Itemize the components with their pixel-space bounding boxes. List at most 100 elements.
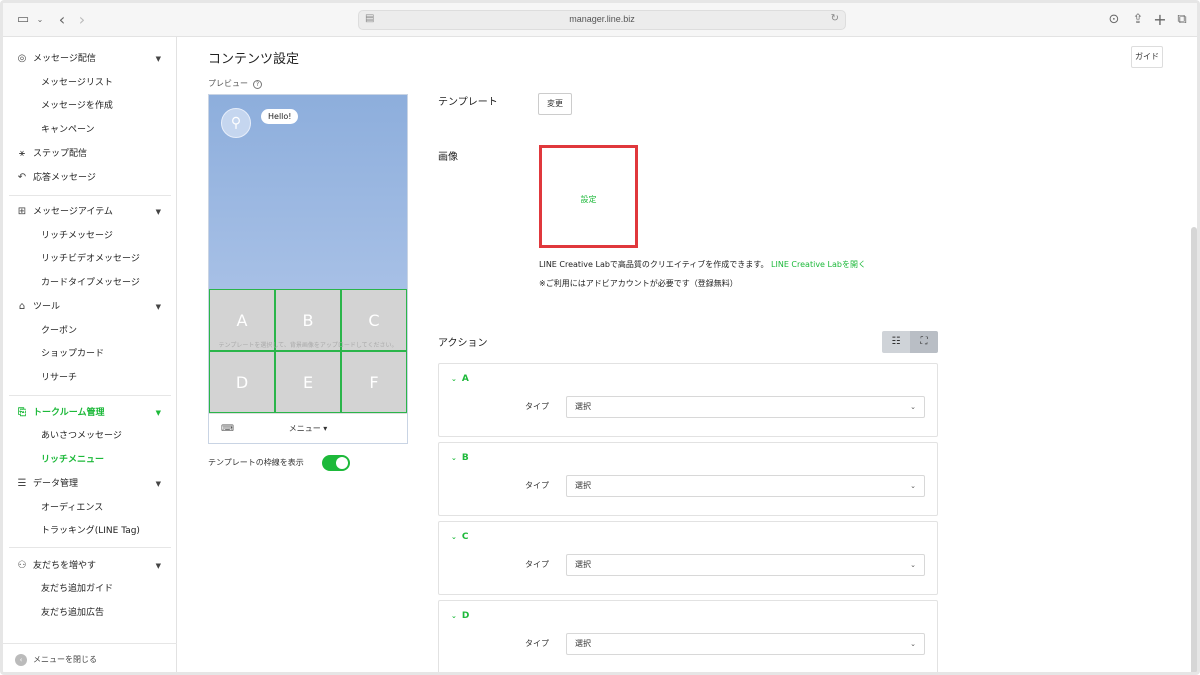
sidebar-group-talkroom[interactable]: ⎘ トークルーム管理 ▼ [3,403,177,423]
action-card-d: ⌄ D タイプ 選択 ⌄ [438,600,938,672]
image-upload-box[interactable]: 設定 [539,145,638,248]
caret-down-icon: ▼ [155,208,161,216]
sidebar-item-research[interactable]: リサーチ [3,368,177,388]
divider [9,395,171,396]
sidebar-item-label: リッチビデオメッセージ [41,254,140,264]
share-icon[interactable]: ⇪ [1131,11,1145,29]
help-icon[interactable]: ? [253,80,262,89]
chevron-down-icon: ⌄ [451,454,457,462]
list-view-icon[interactable]: ☷ [882,331,910,353]
type-select-d[interactable]: 選択 ⌄ [566,633,925,655]
sidebar-group-friends[interactable]: ⚇ 友だちを増やす ▼ [3,556,177,576]
user-icon: ⚲ [230,115,242,131]
download-icon[interactable]: ⊙ [1107,11,1121,29]
avatar: ⚲ [221,108,251,138]
sidebar-item-label: 友だち追加広告 [41,608,105,618]
action-toggle-a[interactable]: ⌄ A [451,374,469,384]
sidebar-item-rich-message[interactable]: リッチメッセージ [3,226,177,246]
sidebar-group-reply[interactable]: ↶ 応答メッセージ [3,168,177,188]
chevron-down-icon[interactable]: ⌄ [35,11,45,29]
sidebar-item-greeting[interactable]: あいさつメッセージ [3,426,177,446]
chevron-down-icon: ⌄ [910,482,916,490]
address-bar[interactable]: ▤ manager.line.biz ↻ [358,10,846,30]
sidebar-item-friend-guide[interactable]: 友だち追加ガイド [3,579,177,599]
back-icon[interactable]: ‹ [55,11,69,29]
type-label: タイプ [525,639,549,648]
area-cell-d[interactable]: D [209,351,275,413]
toggle-label: テンプレートの枠線を表示 [208,458,304,467]
action-toggle-b[interactable]: ⌄ B [451,453,469,463]
action-card-a: ⌄ A タイプ 選択 ⌄ [438,363,938,437]
area-cell-f[interactable]: F [341,351,407,413]
type-select-c[interactable]: 選択 ⌄ [566,554,925,576]
sidebar-item-audience[interactable]: オーディエンス [3,498,177,518]
type-select-a[interactable]: 選択 ⌄ [566,396,925,418]
sidebar-item-label: ショップカード [41,349,105,359]
type-select-b[interactable]: 選択 ⌄ [566,475,925,497]
caret-down-icon: ▼ [155,303,161,311]
sidebar-group-step[interactable]: ⚹ ステップ配信 [3,144,177,164]
action-card-c: ⌄ C タイプ 選択 ⌄ [438,521,938,595]
view-toggle: ☷ ⛶ [882,331,938,353]
chevron-down-icon: ⌄ [451,612,457,620]
sidebar-item-label: キャンペーン [41,125,95,135]
reload-icon[interactable]: ↻ [831,13,839,24]
sidebar-item-card-message[interactable]: カードタイプメッセージ [3,273,177,293]
chat-icon: ⎘ [18,407,26,418]
sidebar-item-create-message[interactable]: メッセージを作成 [3,96,177,116]
sidebar-group-label: メッセージアイテム [33,207,113,217]
area-cell-b[interactable]: B [275,289,341,351]
tabs-icon[interactable]: ⧉ [1175,11,1189,29]
sidebar-item-campaign[interactable]: キャンペーン [3,120,177,140]
action-card-b: ⌄ B タイプ 選択 ⌄ [438,442,938,516]
action-letter: A [461,374,469,384]
expand-view-icon[interactable]: ⛶ [910,331,938,353]
preview-label-text: プレビュー [208,79,248,88]
set-image-link[interactable]: 設定 [542,194,635,205]
forward-icon[interactable]: › [75,11,89,29]
sidebar-item-rich-video[interactable]: リッチビデオメッセージ [3,249,177,269]
action-letter: D [461,611,470,621]
sidebar-group-tools[interactable]: ⌂ ツール ▼ [3,297,177,317]
reply-icon: ↶ [17,172,27,183]
sidebar-item-message-list[interactable]: メッセージリスト [3,73,177,93]
action-toggle-c[interactable]: ⌄ C [451,532,468,542]
sidebar-item-rich-menu[interactable]: リッチメニュー [3,450,177,470]
guide-button[interactable]: ガイド [1131,46,1163,68]
type-label: タイプ [525,481,549,490]
area-cell-e[interactable]: E [275,351,341,413]
add-friend-icon: ⚇ [17,560,27,571]
sidebar-group-broadcast[interactable]: ◎ メッセージ配信 ▼ [3,49,177,69]
sidebar-icon[interactable]: ▭ [15,11,31,29]
select-value: 選択 [575,560,591,569]
select-value: 選択 [575,402,591,411]
border-toggle[interactable] [322,455,350,471]
sidebar-item-label: リサーチ [41,373,78,383]
sidebar-item-shop-card[interactable]: ショップカード [3,344,177,364]
sidebar-group-label: 友だちを増やす [33,561,97,571]
sidebar-item-coupon[interactable]: クーポン [3,321,177,341]
creative-lab-link[interactable]: LINE Creative Labを開く [771,260,866,269]
action-toggle-d[interactable]: ⌄ D [451,611,469,621]
caret-down-icon: ▼ [155,562,161,570]
sidebar-item-label: 友だち追加ガイド [41,584,114,594]
select-value: 選択 [575,481,591,490]
area-cell-c[interactable]: C [341,289,407,351]
scrollbar[interactable] [1191,227,1197,672]
plus-icon[interactable]: + [1153,11,1167,29]
area-cell-a[interactable]: A [209,289,275,351]
divider [9,195,171,196]
step-icon: ⚹ [19,148,25,159]
change-template-button[interactable]: 変更 [538,93,572,115]
sidebar-item-tracking[interactable]: トラッキング(LINE Tag) [3,521,177,541]
close-menu-button[interactable]: ‹ メニューを閉じる [3,643,177,672]
sidebar-group-data[interactable]: ☰ データ管理 ▼ [3,474,177,494]
close-menu-label: メニューを閉じる [33,655,97,664]
url-text: manager.line.biz [569,14,635,24]
sidebar-group-message-items[interactable]: ⊞ メッセージアイテム ▼ [3,202,177,222]
sidebar-item-label: トラッキング(LINE Tag) [41,526,140,536]
menu-label[interactable]: メニュー ▾ [209,414,407,444]
chevron-down-icon: ⌄ [451,533,457,541]
action-letter: B [461,453,469,463]
sidebar-item-friend-ads[interactable]: 友だち追加広告 [3,603,177,623]
